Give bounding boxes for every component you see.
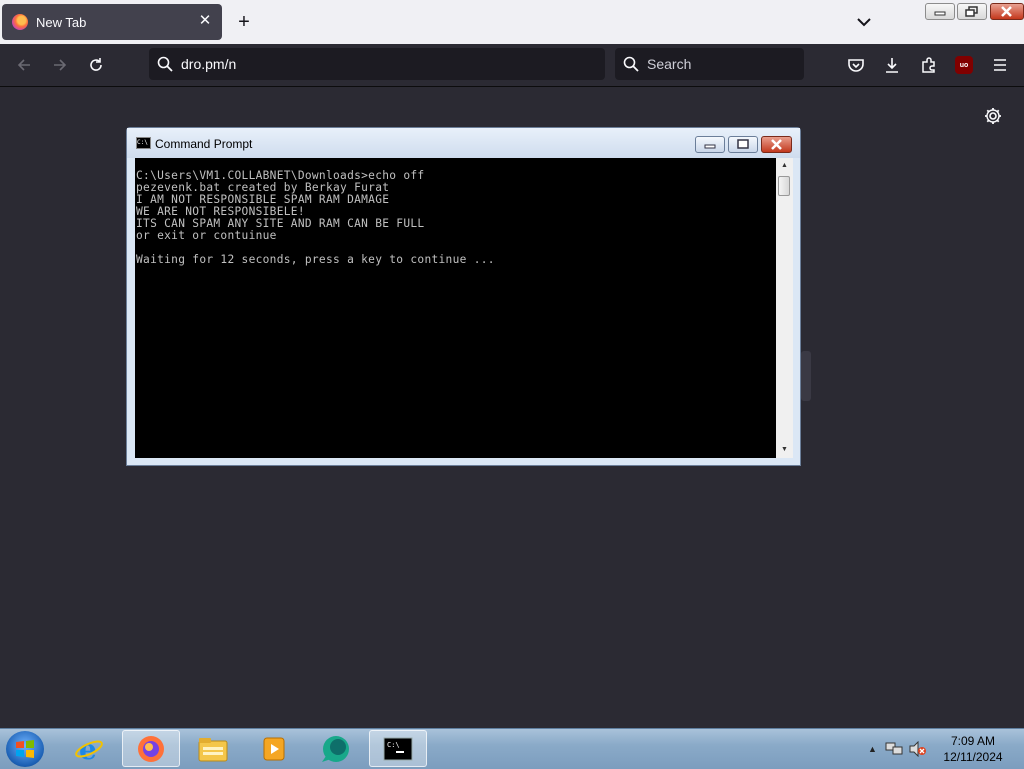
list-all-tabs-button[interactable]	[854, 12, 874, 32]
taskbar-firefox-icon[interactable]	[122, 730, 180, 767]
taskbar: e C:\ ▲ 7:09 AM 12/11/2024	[0, 728, 1024, 769]
search-icon	[623, 56, 639, 72]
cmd-maximize-button[interactable]	[728, 136, 758, 153]
tab-title: New Tab	[36, 14, 87, 30]
cmd-icon: C:\	[136, 137, 151, 149]
taskbar-internet-explorer-icon[interactable]: e	[60, 730, 118, 767]
command-prompt-window[interactable]: C:\ Command Prompt C:\Users\VM1.COLLABNE…	[126, 127, 801, 466]
reload-icon[interactable]	[86, 55, 106, 75]
close-tab-icon[interactable]: ✕	[196, 12, 214, 30]
firefox-icon	[12, 14, 28, 30]
ublock-extension-icon[interactable]: uo	[955, 56, 973, 74]
taskbar-file-explorer-icon[interactable]	[184, 730, 242, 767]
forward-icon[interactable]	[50, 55, 70, 75]
clock-time: 7:09 AM	[950, 734, 996, 748]
window-minimize-button[interactable]	[925, 3, 955, 20]
window-restore-button[interactable]	[957, 3, 987, 20]
start-button[interactable]	[6, 731, 44, 767]
console-scrollbar[interactable]: ▲ ▼	[776, 158, 793, 458]
svg-text:e: e	[79, 734, 97, 764]
system-clock[interactable]: 7:09 AM 12/11/2024	[940, 733, 1006, 765]
cmd-minimize-button[interactable]	[695, 136, 725, 153]
tab-strip: New Tab ✕ +	[0, 0, 1024, 44]
console-line: or exit or contuinue	[136, 229, 277, 242]
url-bar[interactable]: dro.pm/n	[149, 48, 605, 80]
volume-muted-icon[interactable]	[909, 741, 927, 757]
taskbar-media-player-icon[interactable]	[245, 730, 303, 767]
nav-bar: dro.pm/n Search uo	[0, 44, 1024, 87]
settings-gear-icon[interactable]	[983, 106, 1003, 126]
console-text: C:\Users\VM1.COLLABNET\Downloads>echo of…	[135, 158, 776, 266]
back-icon[interactable]	[14, 55, 34, 75]
menu-icon[interactable]	[990, 55, 1010, 75]
pocket-icon[interactable]	[846, 55, 866, 75]
scroll-down-arrow-icon[interactable]: ▼	[776, 442, 793, 458]
search-placeholder: Search	[647, 56, 692, 72]
downloads-icon[interactable]	[882, 55, 902, 75]
cmd-close-button[interactable]	[761, 136, 792, 153]
network-icon[interactable]	[885, 741, 903, 757]
cmd-title: Command Prompt	[155, 137, 253, 151]
new-tab-button[interactable]: +	[234, 12, 254, 32]
taskbar-green-app-icon[interactable]	[307, 730, 365, 767]
url-text: dro.pm/n	[181, 56, 237, 72]
svg-text:C:\: C:\	[387, 741, 400, 749]
scroll-up-arrow-icon[interactable]: ▲	[776, 158, 793, 174]
system-tray: ▲	[868, 729, 927, 769]
clock-date: 12/11/2024	[943, 750, 1003, 764]
cmd-title-bar[interactable]: C:\ Command Prompt	[127, 128, 800, 158]
tab-new-tab[interactable]: New Tab ✕	[2, 4, 222, 40]
page-scroll-knob[interactable]	[801, 351, 811, 401]
console-output[interactable]: C:\Users\VM1.COLLABNET\Downloads>echo of…	[135, 158, 776, 458]
search-bar[interactable]: Search	[615, 48, 804, 80]
console-line: Waiting for 12 seconds, press a key to c…	[136, 253, 495, 266]
taskbar-command-prompt-icon[interactable]: C:\	[369, 730, 427, 767]
window-close-button[interactable]	[990, 3, 1024, 20]
search-icon	[157, 56, 173, 72]
show-hidden-icons-icon[interactable]: ▲	[868, 744, 877, 754]
scroll-thumb[interactable]	[778, 176, 790, 196]
extensions-icon[interactable]	[919, 55, 939, 75]
